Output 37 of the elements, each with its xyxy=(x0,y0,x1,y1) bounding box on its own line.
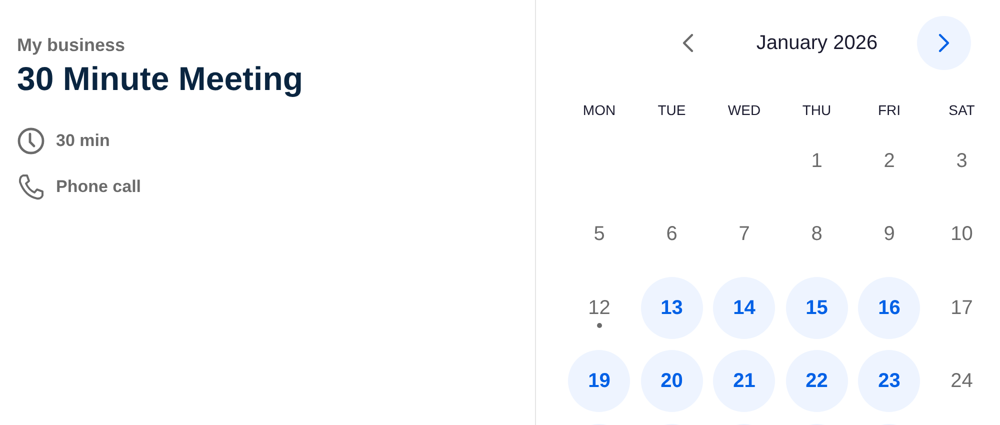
available-date-button[interactable]: 15 xyxy=(786,276,848,339)
available-date-button[interactable]: 14 xyxy=(713,276,776,339)
previous-month-button[interactable] xyxy=(680,31,696,55)
date-number: 3 xyxy=(956,148,968,174)
phone-icon xyxy=(17,173,45,201)
date-number: 5 xyxy=(594,222,605,248)
weekday-label: TUE xyxy=(658,101,686,120)
weekday-label: WED xyxy=(728,101,761,120)
available-date-button[interactable]: 19 xyxy=(568,350,630,412)
clock-icon xyxy=(17,127,45,155)
detail-text: 30 min xyxy=(56,130,110,152)
date-number: 7 xyxy=(738,222,750,248)
weekday-label: FRI xyxy=(878,101,901,120)
date-number: 17 xyxy=(950,296,973,321)
available-date-button[interactable]: 21 xyxy=(713,350,776,412)
weekday-label: THU xyxy=(802,101,832,120)
date-number: 24 xyxy=(950,369,973,394)
available-date-button[interactable]: 13 xyxy=(640,276,703,339)
available-date-button[interactable]: 16 xyxy=(858,276,920,339)
detail-text: Phone call xyxy=(56,176,142,198)
date-number: 9 xyxy=(884,222,895,248)
date-number: 10 xyxy=(950,222,973,248)
date-number: 6 xyxy=(666,222,678,248)
weekday-label: MON xyxy=(582,101,616,120)
event-title: 30 Minute Meeting xyxy=(17,59,304,99)
available-date-button[interactable]: 20 xyxy=(640,350,703,412)
weekday-label: SAT xyxy=(948,101,975,120)
date-number: 8 xyxy=(811,222,822,248)
date-number: 2 xyxy=(884,148,895,174)
organizer-name: My business xyxy=(17,34,126,57)
date-number: 12 xyxy=(588,296,610,321)
chevron-left-icon xyxy=(682,33,694,53)
chevron-right-icon xyxy=(938,33,950,53)
month-title: January 2026 xyxy=(755,31,879,56)
date-number: 1 xyxy=(811,148,822,174)
available-date-button[interactable]: 22 xyxy=(786,350,848,412)
available-date-button[interactable]: 23 xyxy=(858,350,920,412)
